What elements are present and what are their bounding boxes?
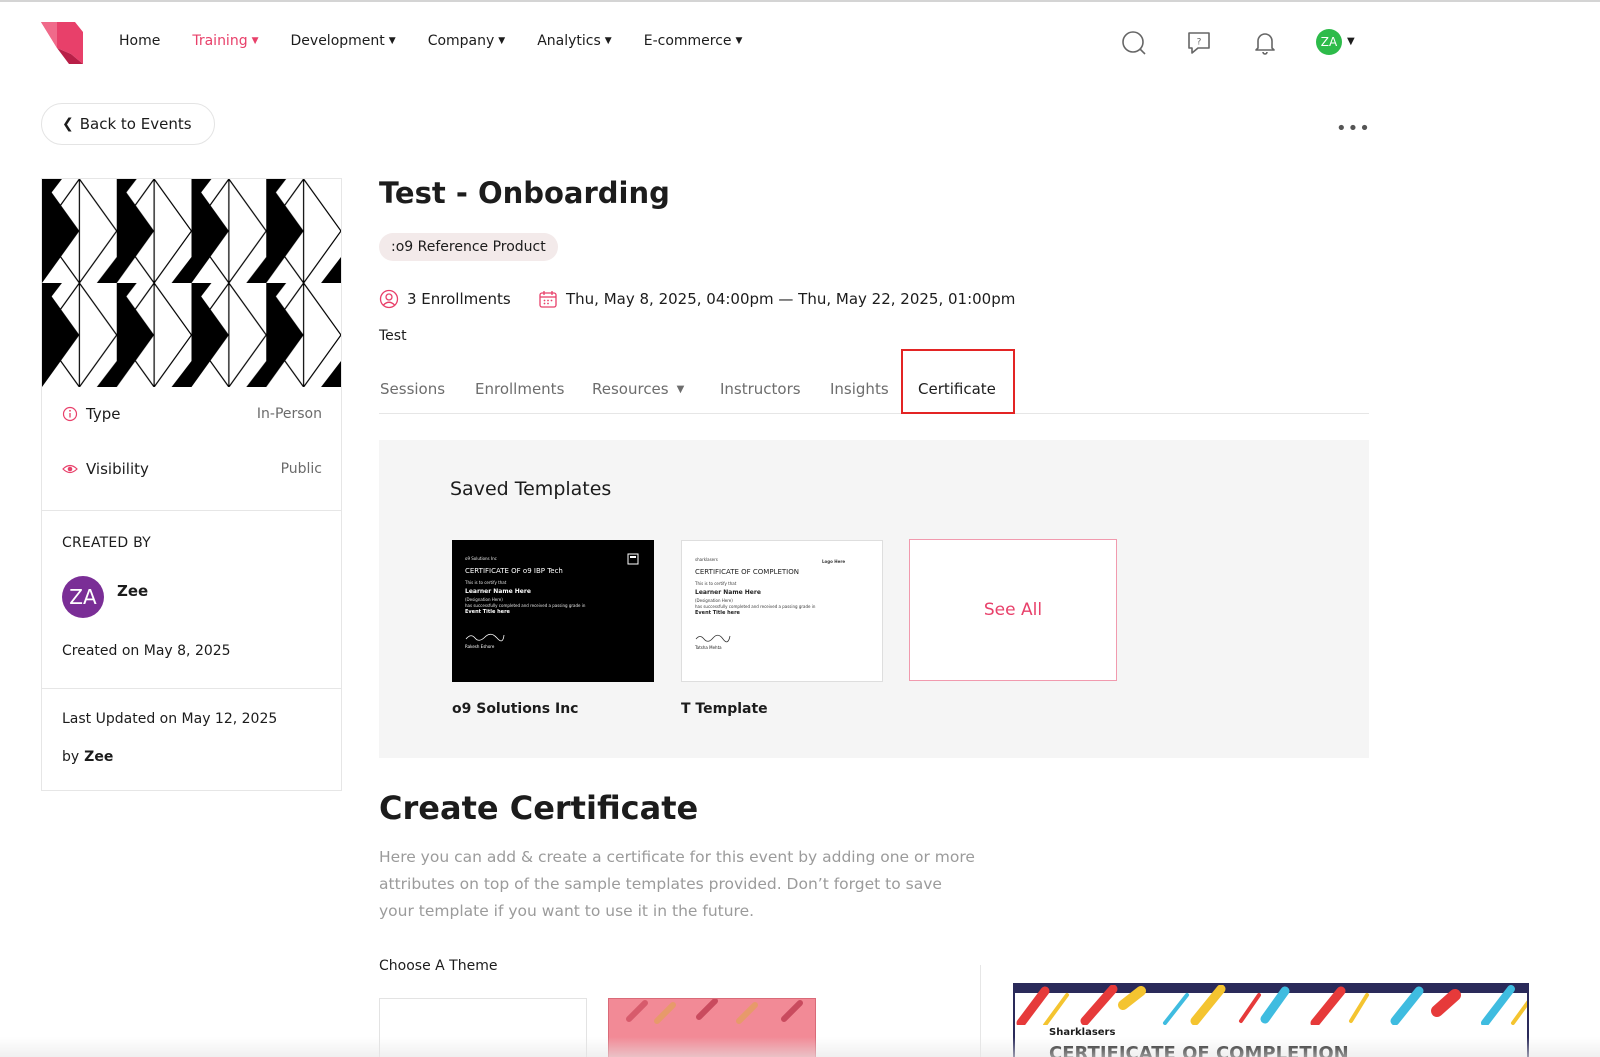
- info-icon: [62, 406, 78, 422]
- eye-icon: [62, 464, 78, 474]
- tab-enrollments[interactable]: Enrollments: [475, 364, 564, 414]
- event-info-card: Type In-Person Visibility Public CREATED…: [41, 178, 342, 791]
- chevron-down-icon: ▼: [388, 36, 396, 46]
- calendar-icon: [539, 291, 557, 308]
- signature-icon: [695, 634, 731, 643]
- nav-training[interactable]: Training ▼: [192, 33, 258, 49]
- product-tag: :o9 Reference Product: [379, 233, 558, 261]
- event-tabs: Sessions Enrollments Resources ▼ Instruct…: [379, 364, 1369, 414]
- user-avatar[interactable]: ZA: [1316, 29, 1342, 55]
- tab-resources[interactable]: Resources ▼: [592, 364, 684, 414]
- user-circle-icon: [379, 289, 399, 309]
- template-name: T Template: [681, 701, 768, 717]
- theme-option-plain[interactable]: [379, 998, 587, 1057]
- event-description: Test: [379, 328, 407, 344]
- main-nav: Home Training ▼ Development ▼ Company ▼ Ana…: [119, 33, 774, 49]
- template-name: o9 Solutions Inc: [452, 701, 579, 717]
- divider: [42, 688, 341, 689]
- nav-ecommerce[interactable]: E-commerce ▼: [644, 33, 743, 49]
- event-title: Test - Onboarding: [379, 176, 670, 210]
- type-row: Type In-Person: [62, 405, 322, 423]
- saved-templates-panel: Saved Templates o9 Solutions Inc CERTIFI…: [379, 440, 1369, 758]
- certificate-preview: Sharklasers CERTIFICATE OF COMPLETION: [1013, 983, 1529, 1057]
- create-certificate-title: Create Certificate: [379, 789, 699, 827]
- back-to-events-button[interactable]: ❮ Back to Events: [41, 103, 215, 145]
- nav-analytics[interactable]: Analytics ▼: [537, 33, 612, 49]
- chevron-down-icon: ▼: [251, 36, 259, 46]
- event-dates: Thu, May 8, 2025, 04:00pm — Thu, May 22,…: [538, 289, 1015, 309]
- theme-option-pink[interactable]: [608, 998, 816, 1057]
- preview-brand: Sharklasers: [1049, 1027, 1116, 1038]
- created-on-date: Created on May 8, 2025: [62, 643, 231, 659]
- signature-icon: [465, 633, 505, 642]
- tab-sessions[interactable]: Sessions: [380, 364, 445, 414]
- preview-pattern: [1015, 985, 1527, 1025]
- tab-instructors[interactable]: Instructors: [720, 364, 801, 414]
- created-by-label: CREATED BY: [62, 535, 151, 551]
- bell-icon[interactable]: [1252, 30, 1278, 56]
- nav-home[interactable]: Home: [119, 33, 160, 49]
- see-all-templates-button[interactable]: See All: [909, 539, 1117, 681]
- tab-insights[interactable]: Insights: [830, 364, 889, 414]
- theme-pattern: [626, 999, 803, 1024]
- chevron-down-icon: ▼: [498, 36, 506, 46]
- event-cover-image: [42, 179, 341, 387]
- help-chat-icon[interactable]: ?: [1186, 30, 1212, 56]
- enrollments-count: 3 Enrollments: [379, 289, 511, 309]
- template-card-t[interactable]: sharklasers Logo Here CERTIFICATE OF COM…: [681, 540, 883, 682]
- visibility-row: Visibility Public: [62, 460, 322, 478]
- search-icon[interactable]: [1121, 30, 1147, 56]
- preview-title: CERTIFICATE OF COMPLETION: [1049, 1043, 1349, 1057]
- logo-placeholder-icon: [627, 553, 639, 565]
- chevron-down-icon: ▼: [735, 36, 743, 46]
- more-options-icon[interactable]: •••: [1336, 118, 1371, 139]
- creator-name: Zee: [117, 582, 149, 600]
- template-card-o9[interactable]: o9 Solutions Inc CERTIFICATE OF o9 IBP T…: [452, 540, 654, 682]
- saved-templates-title: Saved Templates: [450, 478, 612, 500]
- chevron-down-icon: ▼: [604, 36, 612, 46]
- creator-avatar: ZA: [62, 576, 104, 618]
- choose-theme-label: Choose A Theme: [379, 958, 498, 974]
- nav-company[interactable]: Company ▼: [428, 33, 506, 49]
- updated-by: by Zee: [62, 749, 114, 765]
- divider: [42, 510, 341, 511]
- chevron-left-icon: ❮: [62, 116, 74, 132]
- last-updated-date: Last Updated on May 12, 2025: [62, 711, 278, 727]
- app-logo[interactable]: [41, 22, 83, 64]
- chevron-down-icon[interactable]: ▼: [1347, 36, 1355, 47]
- chevron-down-icon: ▼: [676, 383, 685, 395]
- create-certificate-description: Here you can add & create a certificate …: [379, 848, 975, 920]
- top-border: [0, 0, 1600, 2]
- divider: [980, 965, 981, 1057]
- certificate-tab-highlight: [901, 349, 1015, 414]
- nav-development[interactable]: Development ▼: [291, 33, 396, 49]
- svg-text:?: ?: [1197, 38, 1202, 48]
